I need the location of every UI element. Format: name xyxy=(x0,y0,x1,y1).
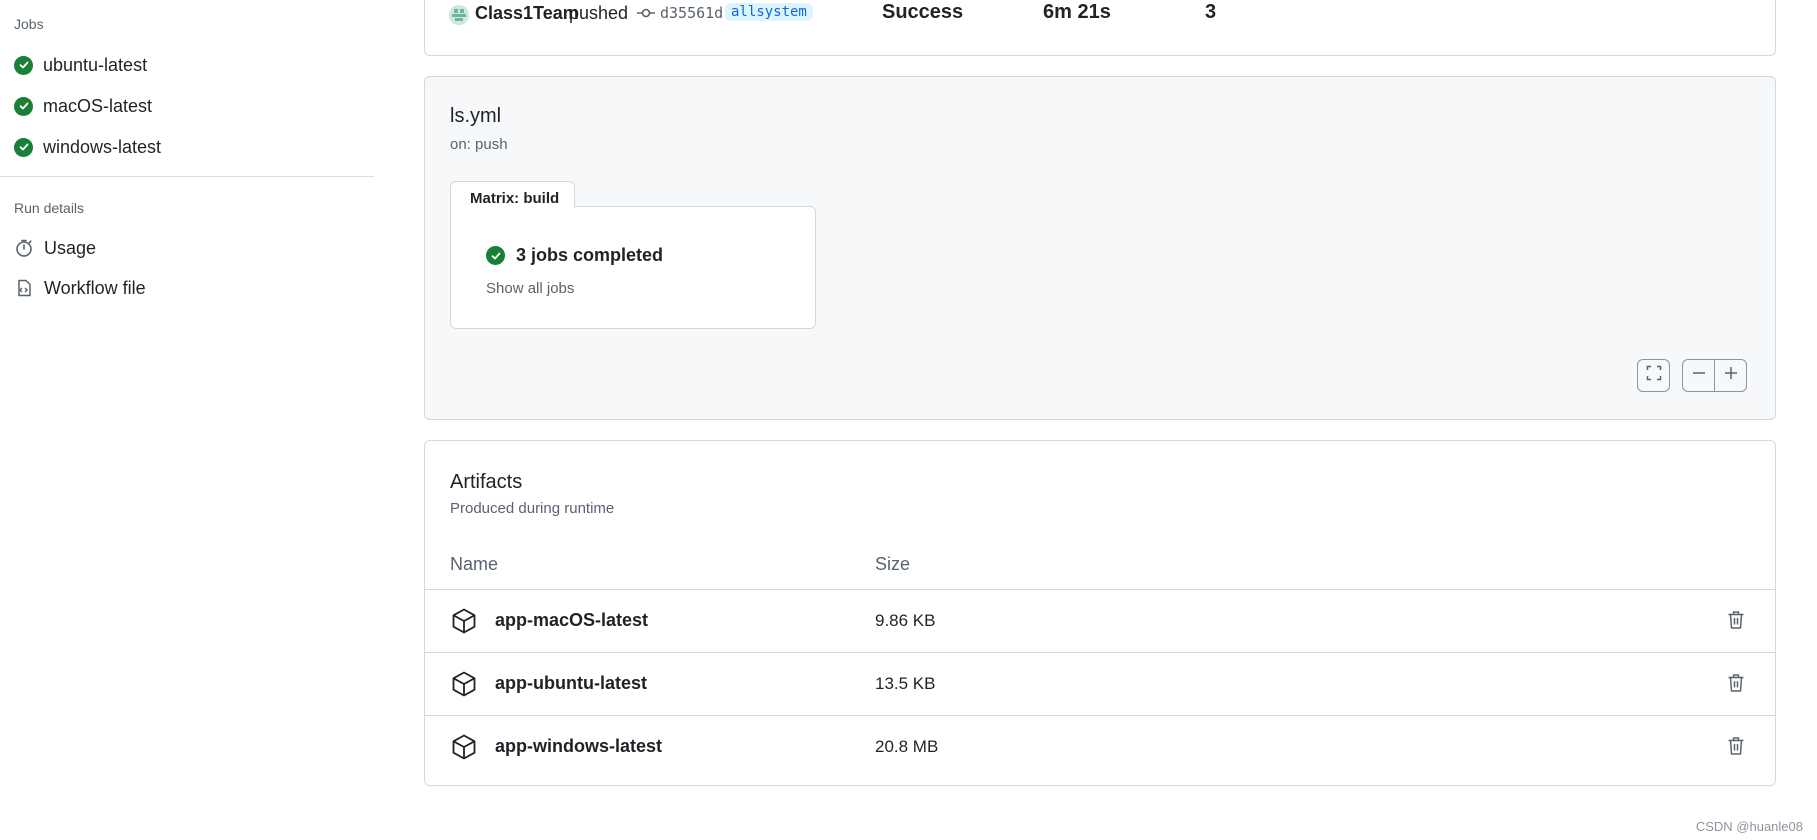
check-circle-icon xyxy=(14,55,33,75)
file-code-icon xyxy=(14,278,34,298)
column-header-name: Name xyxy=(450,554,499,574)
trash-icon[interactable] xyxy=(1727,673,1745,693)
sidebar-item-label: Workflow file xyxy=(44,277,146,298)
workflow-trigger: on: push xyxy=(450,136,508,153)
sidebar-divider xyxy=(0,176,374,177)
artifact-name-link[interactable]: app-windows-latest xyxy=(495,736,662,757)
jobs-heading: Jobs xyxy=(14,16,44,32)
show-all-jobs-link[interactable]: Show all jobs xyxy=(486,280,574,297)
matrix-status: 3 jobs completed xyxy=(516,245,664,265)
sidebar-item-workflow-file[interactable]: Workflow file xyxy=(14,274,146,302)
commit-sha-link[interactable]: d35561d xyxy=(660,4,723,22)
artifact-size: 20.8 MB xyxy=(875,737,939,756)
check-circle-icon xyxy=(14,137,33,157)
artifact-count[interactable]: 3 xyxy=(1205,1,1216,24)
branch-badge[interactable]: allsystem xyxy=(725,3,813,21)
artifact-name-link[interactable]: app-macOS-latest xyxy=(495,610,648,631)
artifacts-title: Artifacts xyxy=(450,471,523,493)
minus-icon xyxy=(1691,365,1707,386)
sidebar-item-job-macos[interactable]: macOS-latest xyxy=(14,92,152,120)
table-row: app-macOS-latest 9.86 KB xyxy=(425,589,1775,653)
sidebar-item-label: ubuntu-latest xyxy=(43,54,148,75)
summary-row: Class1Team pushed d35561d allsystem Succ… xyxy=(425,1,1775,27)
zoom-out-button[interactable] xyxy=(1682,359,1715,392)
artifact-size: 9.86 KB xyxy=(875,611,936,630)
matrix-tab: Matrix: build xyxy=(450,181,575,208)
table-row: app-windows-latest 20.8 MB xyxy=(425,715,1775,779)
fullscreen-icon xyxy=(1646,365,1662,386)
run-details-heading: Run details xyxy=(14,200,85,216)
workflow-file-name: ls.yml xyxy=(450,105,502,127)
table-row: app-ubuntu-latest 13.5 KB xyxy=(425,652,1775,716)
check-circle-icon xyxy=(14,96,33,116)
check-circle-icon xyxy=(486,246,505,265)
artifact-name-link[interactable]: app-ubuntu-latest xyxy=(495,673,647,694)
sidebar: Jobs ubuntu-latest macOS-latest windows-… xyxy=(0,0,374,840)
avatar[interactable] xyxy=(449,5,469,25)
sidebar-item-label: Usage xyxy=(44,237,97,258)
event-action: pushed xyxy=(569,3,629,23)
git-commit-icon xyxy=(637,6,655,25)
matrix-job-group[interactable]: 3 jobs completed Show all jobs xyxy=(450,206,816,329)
package-icon xyxy=(450,607,478,635)
run-summary-card: Class1Team pushed d35561d allsystem Succ… xyxy=(424,0,1776,56)
sidebar-item-job-ubuntu[interactable]: ubuntu-latest xyxy=(14,51,147,79)
sidebar-item-job-windows[interactable]: windows-latest xyxy=(14,133,161,161)
actor-name[interactable]: Class1Team xyxy=(475,3,579,24)
workflow-graph-card: ls.yml on: push Matrix: build 3 jobs com… xyxy=(424,76,1776,420)
run-status: Success xyxy=(882,1,964,23)
artifacts-card: Artifacts Produced during runtime Name S… xyxy=(424,440,1776,786)
sidebar-item-usage[interactable]: Usage xyxy=(14,234,96,262)
trash-icon[interactable] xyxy=(1727,736,1745,756)
package-icon xyxy=(450,670,478,698)
artifacts-subtitle: Produced during runtime xyxy=(450,500,615,517)
fullscreen-button[interactable] xyxy=(1637,359,1670,392)
sidebar-item-label: windows-latest xyxy=(43,136,162,157)
stopwatch-icon xyxy=(14,238,34,258)
sidebar-item-label: macOS-latest xyxy=(43,95,153,116)
artifact-size: 13.5 KB xyxy=(875,674,936,693)
package-icon xyxy=(450,733,478,761)
column-header-size: Size xyxy=(875,554,911,574)
trash-icon[interactable] xyxy=(1727,610,1745,630)
watermark: CSDN @huanle08 xyxy=(1695,819,1803,834)
zoom-in-button[interactable] xyxy=(1714,359,1747,392)
run-duration: 6m 21s xyxy=(1043,1,1111,23)
plus-icon xyxy=(1723,365,1739,386)
